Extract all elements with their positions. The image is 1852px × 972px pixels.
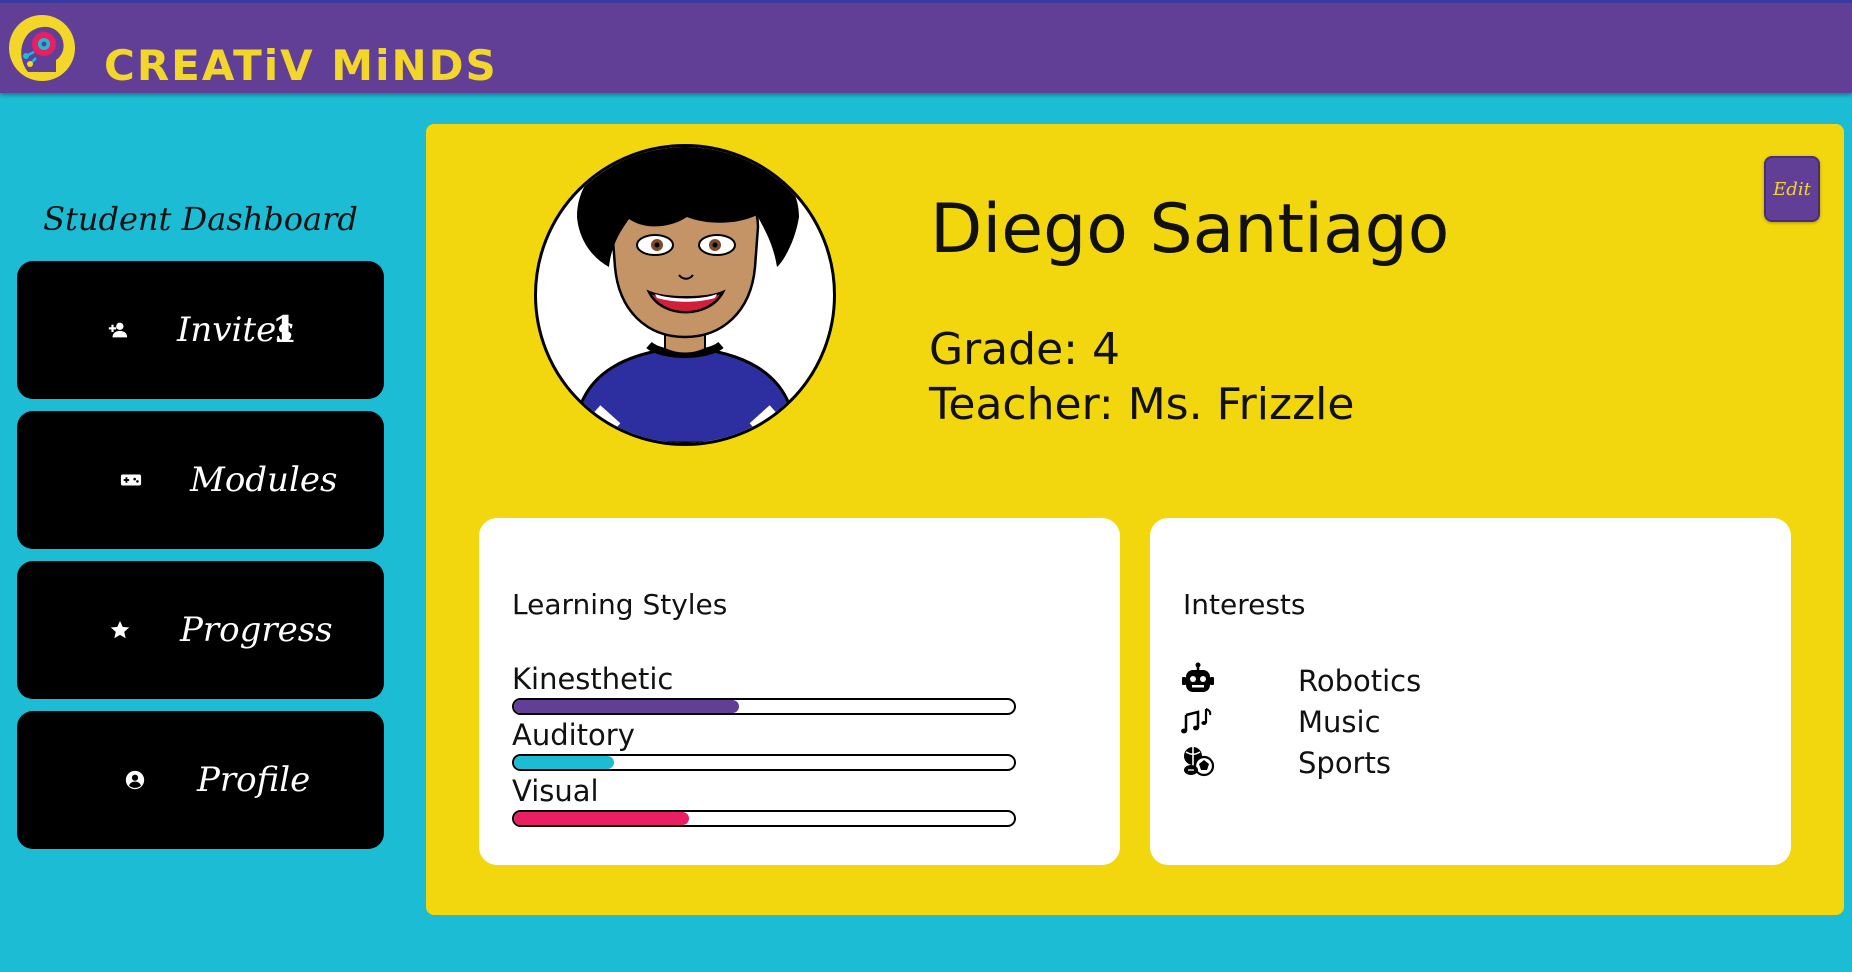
auditory-label: Auditory <box>512 718 635 752</box>
star-icon <box>110 620 130 639</box>
auditory-bar <box>512 754 1016 771</box>
brand-title: CREATiV MiNDS <box>104 41 498 90</box>
top-app-bar: CREATiV MiNDS <box>0 0 1852 93</box>
sports-balls-icon <box>1184 747 1215 777</box>
sidebar-title: Student Dashboard <box>43 200 358 238</box>
visual-bar <box>512 810 1016 827</box>
learning-styles-card: Learning Styles Kinesthetic Auditory Vis… <box>479 518 1120 865</box>
progress-label: Progress <box>180 610 333 650</box>
person-add-icon <box>108 322 128 338</box>
interest-label-music: Music <box>1298 705 1381 739</box>
visual-label: Visual <box>512 774 599 808</box>
kinesthetic-label: Kinesthetic <box>512 662 674 696</box>
profile-panel: Edit Diego Santiago Grade: 4 Teacher: Ms… <box>426 124 1844 915</box>
invites-count-badge: 1 <box>272 309 298 351</box>
student-avatar <box>534 144 836 446</box>
profile-label: Profile <box>197 760 311 800</box>
profile-button[interactable]: Profile <box>17 711 384 849</box>
interests-card: Interests Robotics Music Sports <box>1150 518 1791 865</box>
modules-button[interactable]: Modules <box>17 411 384 549</box>
student-name: Diego Santiago <box>930 190 1450 269</box>
gamepad-icon <box>120 474 142 486</box>
auditory-bar-fill <box>514 756 614 769</box>
invites-button[interactable]: Invites 1 <box>17 261 384 399</box>
student-avatar-illustration <box>575 147 799 443</box>
student-grade: Grade: 4 <box>929 324 1120 375</box>
student-teacher: Teacher: Ms. Frizzle <box>929 379 1355 430</box>
edit-profile-button[interactable]: Edit <box>1764 156 1820 222</box>
kinesthetic-bar-fill <box>514 700 739 713</box>
music-notes-icon <box>1181 708 1212 734</box>
visual-bar-fill <box>514 812 689 825</box>
learning-styles-title: Learning Styles <box>512 588 728 621</box>
interest-label-robotics: Robotics <box>1298 664 1422 698</box>
progress-button[interactable]: Progress <box>17 561 384 699</box>
kinesthetic-bar <box>512 698 1016 715</box>
robot-icon <box>1182 662 1214 692</box>
account-circle-icon <box>125 770 145 790</box>
interests-title: Interests <box>1183 588 1306 621</box>
interest-label-sports: Sports <box>1298 746 1391 780</box>
creativ-minds-logo-icon[interactable] <box>6 12 78 84</box>
modules-label: Modules <box>190 460 338 500</box>
